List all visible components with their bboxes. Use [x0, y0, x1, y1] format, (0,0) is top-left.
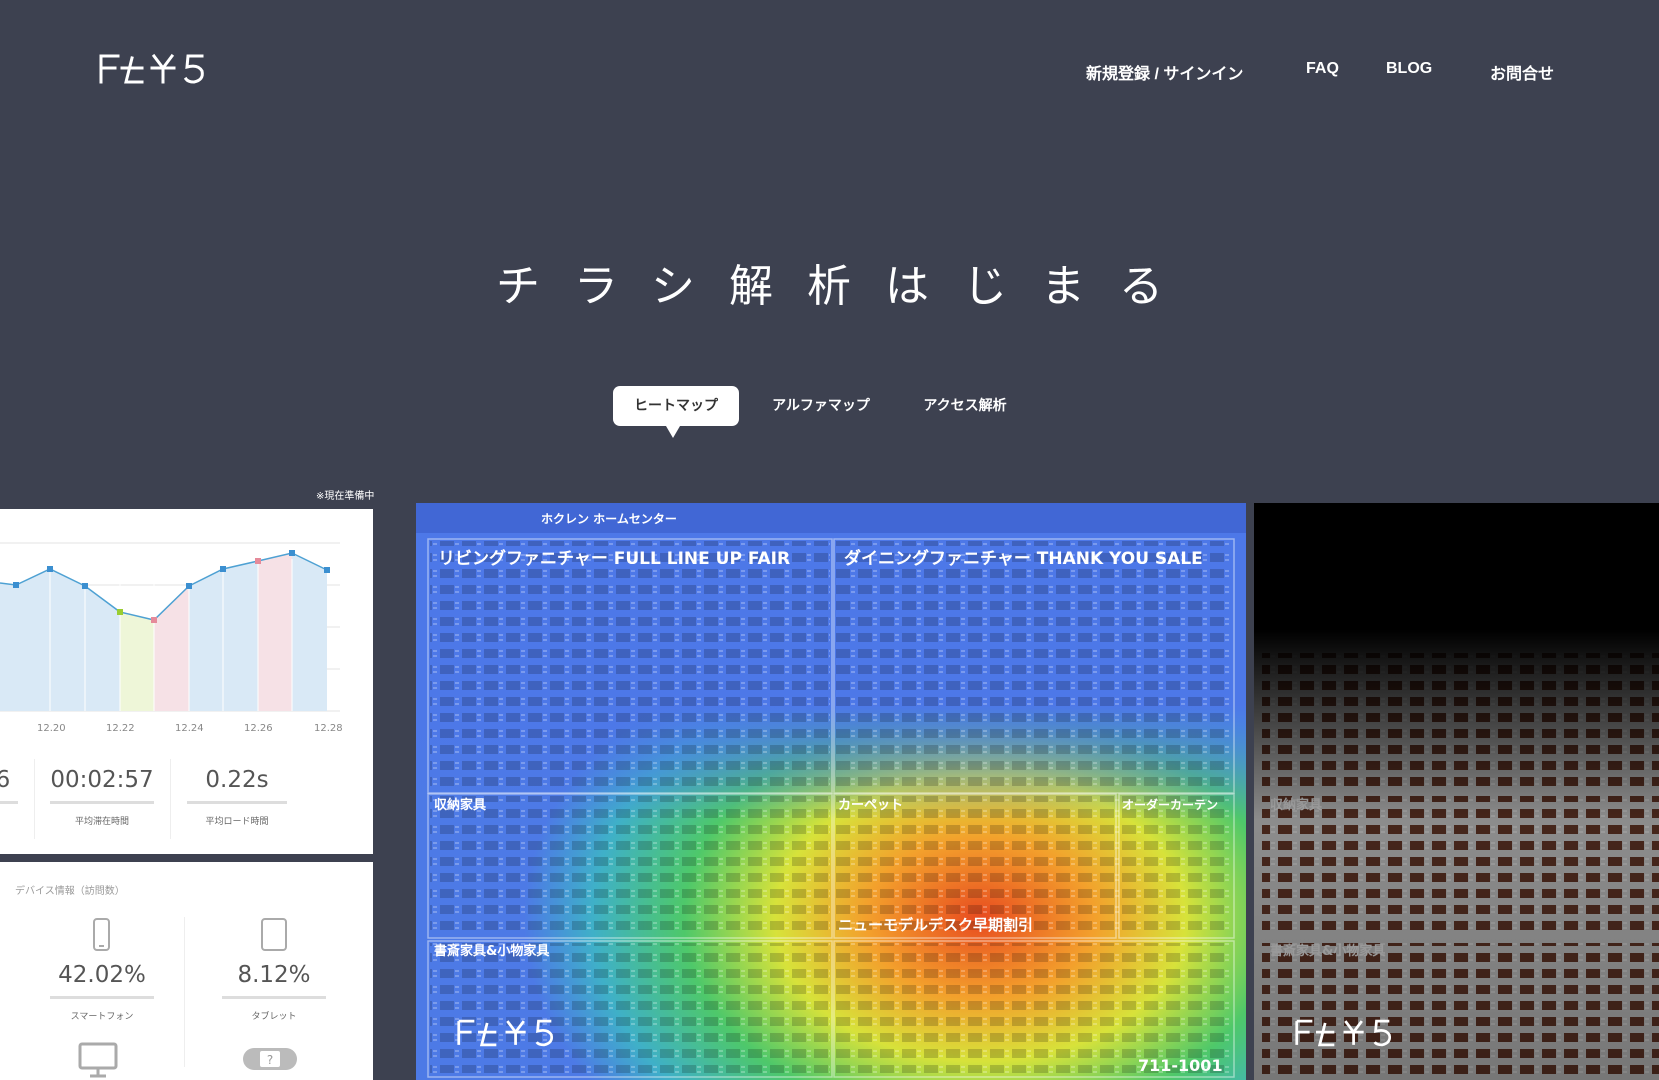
flyer-store-name: ホクレン ホームセンター	[541, 512, 677, 526]
tablet-icon	[261, 918, 287, 951]
hero-headline: チラシ解析はじまる	[495, 261, 1198, 312]
device-card: デバイス情報（訪問数） 42.02% スマートフォン 8.12% タブレット ?	[0, 862, 373, 1080]
chart-point	[151, 617, 157, 623]
device-label: タブレット	[251, 1012, 297, 1022]
alphamap-preview[interactable]: 収納家具 書斎家具&小物家具	[1254, 503, 1659, 1080]
device-value: 42.02%	[58, 962, 146, 988]
device-value: 8.12%	[237, 962, 311, 988]
stat-value: 0.22s	[205, 767, 269, 793]
divider	[170, 759, 171, 839]
nav-contact-link[interactable]: お問合せ	[1490, 60, 1554, 84]
chart-point	[13, 582, 19, 588]
stat-label: 平均滞在時間	[74, 817, 129, 827]
svg-text:?: ?	[267, 1053, 273, 1067]
stat-label: 平均ロード時間	[205, 817, 269, 827]
tab-alphamap[interactable]: アルファマップ	[765, 386, 877, 426]
fly5-logo-mark	[99, 53, 204, 84]
chart-point	[220, 566, 226, 572]
stat-bar	[0, 801, 18, 804]
nav-register-link[interactable]: 新規登録 / サインイン	[1086, 60, 1243, 84]
chart-point	[117, 609, 123, 615]
nav-blog-link[interactable]: BLOG	[1386, 60, 1432, 78]
stat-visits: 6	[0, 767, 18, 804]
chart-tick-label: 12.26	[244, 723, 273, 734]
smartphone-icon	[93, 918, 110, 951]
alphamap-flyer-image: 収納家具 書斎家具&小物家具	[1254, 503, 1659, 1080]
fly5-logo-watermark	[457, 1019, 553, 1047]
chart-highlight-green	[120, 612, 154, 711]
nav-faq-link[interactable]: FAQ	[1306, 60, 1339, 78]
heatmap-preview[interactable]: ホクレン ホームセンター リビングファニチャー FULL LINE UP FAI…	[416, 503, 1246, 1080]
flyer-section-label: カーペット	[838, 798, 903, 813]
stat-bar	[222, 996, 326, 999]
heatmap-flyer-image: ホクレン ホームセンター リビングファニチャー FULL LINE UP FAI…	[416, 503, 1246, 1080]
chart-x-axis: 12.20 12.22 12.24 12.26 12.28	[0, 723, 373, 737]
feature-tabs: ヒートマップ アルファマップ アクセス解析	[0, 386, 1659, 438]
divider	[184, 917, 185, 1067]
chart-tick-label: 12.22	[106, 723, 135, 734]
chart-tick-label: 12.20	[37, 723, 66, 734]
device-label: スマートフォン	[70, 1012, 134, 1022]
stat-value: 00:02:57	[50, 767, 154, 793]
coming-soon-note: ※現在準備中	[316, 491, 375, 502]
chart-highlight-pink-2	[258, 553, 292, 711]
chart-point	[186, 583, 192, 589]
chart-point	[82, 583, 88, 589]
chart-point	[47, 566, 53, 572]
flyer-section-label: オーダーカーテン	[1122, 797, 1218, 812]
flyer-banner: ニューモデルデスク早期割引	[838, 916, 1033, 934]
tab-heatmap[interactable]: ヒートマップ	[613, 386, 739, 438]
game-console-icon: ?	[243, 1048, 297, 1070]
stat-bar	[50, 801, 154, 804]
stat-bar	[50, 996, 154, 999]
tab-access-analysis[interactable]: アクセス解析	[915, 386, 1015, 426]
chart-tick-label: 12.24	[175, 723, 204, 734]
chart-point	[289, 550, 295, 556]
devices-title: デバイス情報（訪問数）	[15, 886, 125, 897]
flyer-section-label: 収納家具	[434, 797, 486, 813]
flyer-section-label: ダイニングファニチャー THANK YOU SALE	[844, 548, 1203, 569]
stat-avg-load: 0.22s 平均ロード時間	[187, 767, 287, 827]
flyer-section-label: リビングファニチャー FULL LINE UP FAIR	[438, 548, 790, 569]
stat-value: 6	[0, 767, 11, 793]
stat-avg-duration: 00:02:57 平均滞在時間	[50, 767, 154, 827]
chart-tick-label: 12.28	[314, 723, 343, 734]
divider	[34, 759, 35, 839]
fly5-logo-watermark	[1295, 1019, 1391, 1047]
fly5-logo[interactable]	[98, 52, 218, 86]
flyer-section-label: 書斎家具&小物家具	[434, 943, 549, 959]
stat-bar	[187, 801, 287, 804]
chart-point	[255, 558, 261, 564]
device-smartphone: 42.02% スマートフォン	[50, 918, 154, 1022]
flyer-phone: 711-1001	[1138, 1056, 1223, 1075]
chart-highlight-pink-1	[154, 586, 189, 711]
analytics-card: 12.20 12.22 12.24 12.26 12.28 6 00:02:57…	[0, 509, 373, 854]
device-tablet: 8.12% タブレット	[222, 918, 326, 1022]
chart-point	[324, 567, 330, 573]
desktop-icon	[78, 1042, 118, 1078]
